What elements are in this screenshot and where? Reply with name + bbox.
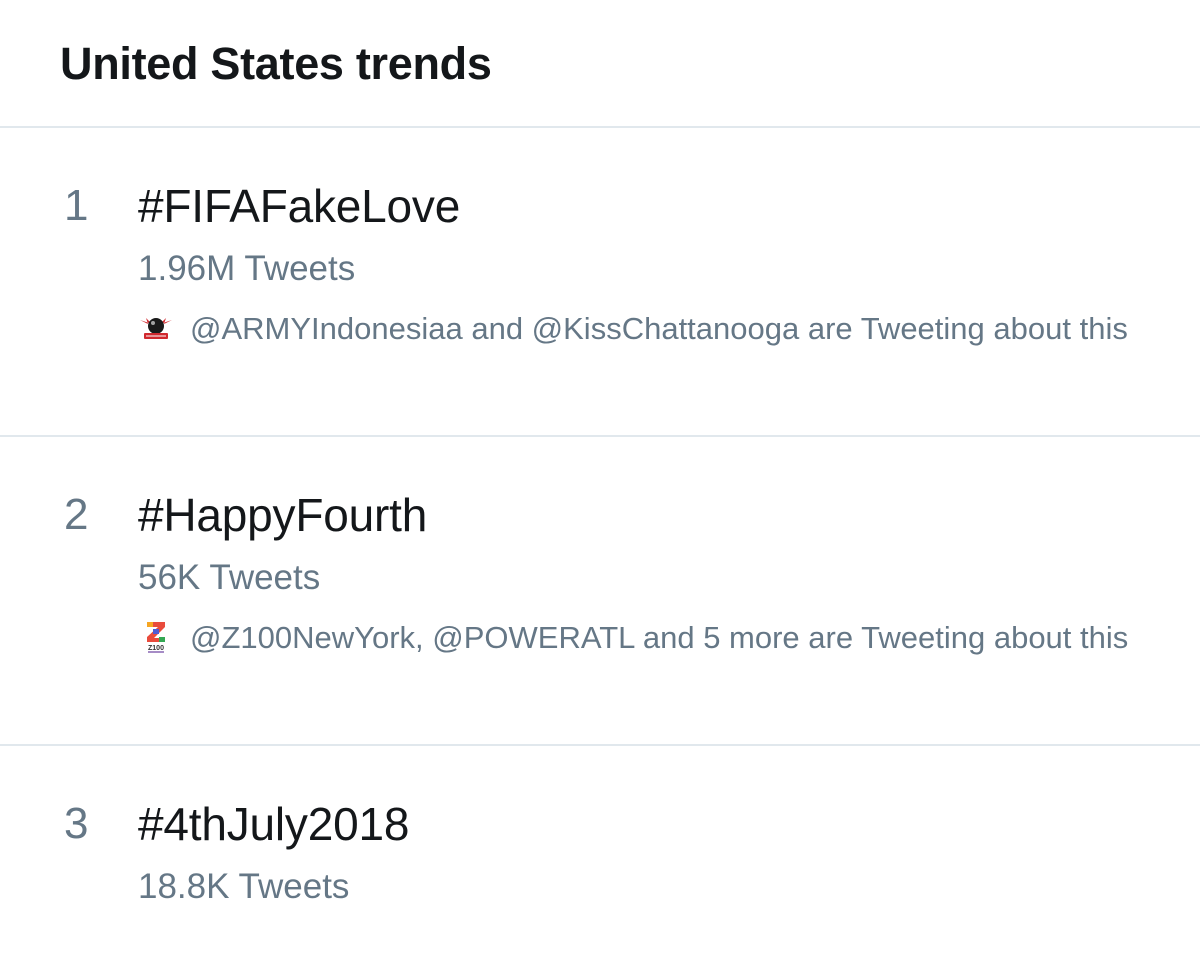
trend-tweet-count: 18.8K Tweets — [138, 867, 350, 906]
trend-context: Z100 @Z100NewYork, @POWERATL and 5 more … — [138, 617, 1138, 658]
trend-item[interactable]: 1 #FIFAFakeLove 1.96M Tweets @ARMYIndone… — [0, 128, 1200, 437]
trend-hashtag[interactable]: #4thJuly2018 — [138, 798, 409, 850]
svg-text:Z100: Z100 — [148, 645, 164, 652]
trend-context-text: @ARMYIndonesiaa and @KissChattanooga are… — [190, 311, 1128, 346]
trend-hashtag[interactable]: #FIFAFakeLove — [138, 180, 460, 232]
trend-rank: 2 — [64, 490, 89, 539]
trend-tweet-count: 1.96M Tweets — [138, 249, 356, 288]
trends-header: United States trends — [0, 0, 1200, 128]
trend-item[interactable]: 2 #HappyFourth 56K Tweets Z100 @Z100NewY… — [0, 437, 1200, 746]
trend-context-text: @Z100NewYork, @POWERATL and 5 more are T… — [190, 620, 1129, 655]
trend-rank: 3 — [64, 799, 89, 848]
trend-rank: 1 — [64, 181, 89, 230]
trend-tweet-count: 56K Tweets — [138, 558, 321, 597]
trend-context: @ARMYIndonesiaa and @KissChattanooga are… — [138, 308, 1138, 349]
page-title: United States trends — [60, 38, 492, 89]
army-avatar-icon — [140, 318, 172, 339]
trend-hashtag[interactable]: #HappyFourth — [138, 489, 427, 541]
z100-avatar-icon: Z100 — [146, 622, 166, 653]
trend-item[interactable]: 3 #4thJuly2018 18.8K Tweets — [0, 746, 1200, 954]
